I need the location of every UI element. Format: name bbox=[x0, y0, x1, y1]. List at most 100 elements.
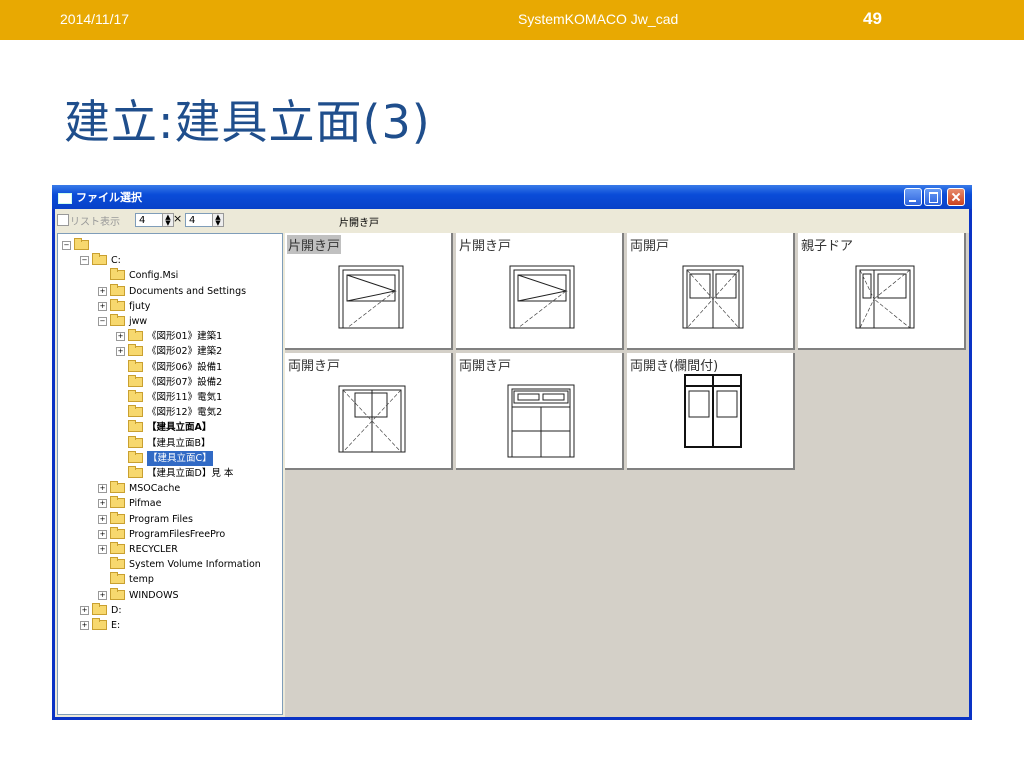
folder-icon bbox=[128, 344, 143, 357]
expand-icon[interactable]: + bbox=[98, 514, 107, 524]
folder-icon bbox=[128, 466, 143, 478]
thumbnail-cell[interactable]: 親子ドア bbox=[798, 233, 966, 350]
window-title: ファイル選択 bbox=[76, 191, 142, 204]
folder-icon bbox=[128, 435, 143, 448]
tree-item-label: C: bbox=[111, 255, 121, 267]
window-app-icon bbox=[58, 193, 72, 204]
thumbnail-label: 片開き戸 bbox=[459, 239, 512, 254]
tree-item-label: MSOCache bbox=[129, 483, 181, 495]
rows-spin-arrows-icon[interactable]: ▲ ▼ bbox=[212, 213, 224, 227]
tree-item-label: temp bbox=[129, 574, 154, 586]
thumbnail-label: 両開き戸 bbox=[459, 359, 512, 374]
tree-item-label: 《図形12》電気2 bbox=[147, 407, 223, 419]
tree-item-label: System Volume Information bbox=[129, 559, 261, 571]
folder-icon bbox=[74, 238, 89, 250]
tree-item-label: Pifmae bbox=[129, 498, 162, 510]
folder-icon bbox=[110, 268, 125, 281]
tree-item-label: Documents and Settings bbox=[129, 285, 247, 297]
folder-icon bbox=[128, 329, 143, 342]
expand-icon[interactable]: + bbox=[98, 590, 107, 600]
folder-icon bbox=[110, 314, 125, 326]
tree-item-label: 《図形02》建築2 bbox=[147, 346, 223, 358]
folder-icon bbox=[92, 618, 107, 630]
slide-date: 2014/11/17 bbox=[60, 11, 130, 27]
expand-icon[interactable]: + bbox=[80, 621, 89, 630]
thumbnail-label: 両開き(欄間付) bbox=[630, 359, 719, 374]
minimize-button[interactable] bbox=[904, 188, 922, 206]
tree-item-label: RECYCLER bbox=[129, 544, 178, 555]
collapse-icon[interactable]: − bbox=[98, 317, 107, 326]
columns-spin-input[interactable]: 4 bbox=[135, 213, 163, 227]
rows-spin-input[interactable]: 4 bbox=[185, 213, 213, 227]
tree-item-label: 【建具立面D】見 本 bbox=[147, 468, 234, 479]
folder-tree[interactable]: − − C: Config.Msi + Documents and Settings + fj… bbox=[57, 233, 283, 715]
tree-item-label: Config.Msi bbox=[129, 270, 179, 282]
tree-item-label: ProgramFilesFreePro bbox=[129, 528, 226, 540]
thumbnail-cell[interactable]: 片開き戸 bbox=[456, 233, 624, 350]
tree-item-label: WINDOWS bbox=[129, 589, 179, 601]
expand-icon[interactable]: + bbox=[80, 605, 89, 615]
window-client-area: リスト表示 4 ▲ ▼ × 4 ▲ ▼ 片開き戸 − − C: Config.Msi + Do… bbox=[55, 209, 969, 717]
toolbar: リスト表示 4 ▲ ▼ × 4 ▲ ▼ 片開き戸 bbox=[55, 209, 969, 231]
folder-icon bbox=[128, 405, 143, 418]
tree-item-label: 【建具立面C】 bbox=[147, 450, 213, 466]
tree-item-label: 【建具立面A】 bbox=[147, 422, 212, 434]
tree-item-label: 《図形06》設備1 bbox=[147, 361, 223, 373]
thumbnail-label: 両開き戸 bbox=[288, 359, 341, 374]
list-view-checkbox[interactable] bbox=[57, 214, 69, 226]
slide-page-number: 49 bbox=[863, 9, 882, 28]
thumbnail-grid: 片開き戸 片開き戸 両開戸 親子ドア両開き戸 両開き戸 両開き(欄間付) bbox=[285, 233, 969, 717]
expand-icon[interactable]: + bbox=[98, 529, 107, 539]
thumbnail-label: 片開き戸 bbox=[287, 235, 342, 254]
list-view-label: リスト表示 bbox=[70, 217, 120, 228]
collapse-icon[interactable]: − bbox=[62, 241, 71, 250]
folder-icon bbox=[110, 542, 125, 554]
slide-header-bar: 2014/11/17 SystemKOMACO Jw_cad 49 bbox=[0, 0, 1024, 40]
tree-item-label: 《図形11》電気1 bbox=[147, 392, 223, 403]
expand-icon[interactable]: + bbox=[98, 545, 107, 554]
collapse-icon[interactable]: − bbox=[80, 256, 89, 266]
folder-icon bbox=[128, 420, 143, 433]
window-title-bar[interactable]: ファイル選択 bbox=[52, 185, 972, 209]
tree-item-label: 《図形01》建築1 bbox=[147, 331, 223, 343]
folder-icon bbox=[110, 511, 125, 524]
slide-footer-title: SystemKOMACO Jw_cad bbox=[518, 11, 679, 27]
thumbnail-cell[interactable]: 両開き(欄間付) bbox=[627, 353, 795, 470]
thumbnail-cell[interactable]: 両開き戸 bbox=[285, 353, 453, 470]
folder-icon bbox=[110, 283, 125, 296]
expand-icon[interactable]: + bbox=[116, 332, 125, 342]
expand-icon[interactable]: + bbox=[98, 499, 107, 509]
folder-icon bbox=[110, 557, 125, 570]
folder-icon bbox=[110, 587, 125, 600]
expand-icon[interactable]: + bbox=[98, 286, 107, 296]
folder-icon bbox=[110, 481, 125, 494]
thumbnail-cell[interactable]: 両開戸 bbox=[627, 233, 795, 350]
tree-item-label: E: bbox=[111, 620, 121, 631]
folder-icon bbox=[128, 390, 143, 402]
times-sign: × bbox=[173, 212, 183, 225]
expand-icon[interactable]: + bbox=[116, 347, 125, 357]
folder-icon bbox=[92, 253, 107, 266]
folder-icon bbox=[110, 526, 125, 539]
current-file-label: 片開き戸 bbox=[339, 218, 379, 229]
thumbnail-cell[interactable]: 両開き戸 bbox=[456, 353, 624, 470]
folder-icon bbox=[110, 298, 125, 311]
folder-icon bbox=[110, 496, 125, 509]
folder-icon bbox=[128, 450, 143, 463]
folder-icon bbox=[110, 572, 125, 585]
expand-icon[interactable]: + bbox=[98, 301, 107, 311]
tree-item-label: Program Files bbox=[129, 513, 193, 525]
tree-item-label: D: bbox=[111, 604, 122, 616]
thumbnail-label: 親子ドア bbox=[801, 239, 854, 254]
tree-item-label: 《図形07》設備2 bbox=[147, 376, 223, 388]
slide-title: 建立:建具立面(3) bbox=[64, 95, 431, 149]
expand-icon[interactable]: + bbox=[98, 484, 107, 494]
maximize-button[interactable] bbox=[924, 188, 942, 206]
folder-icon bbox=[128, 374, 143, 387]
folder-icon bbox=[128, 359, 143, 372]
tree-item-label: 【建具立面B】 bbox=[147, 437, 211, 449]
file-select-window: ファイル選択 リスト表示 4 ▲ ▼ × 4 ▲ ▼ 片開き戸 − − C: Config… bbox=[52, 185, 972, 720]
thumbnail-cell[interactable]: 片開き戸 bbox=[285, 233, 453, 350]
close-button[interactable] bbox=[947, 188, 965, 206]
folder-icon bbox=[92, 602, 107, 615]
